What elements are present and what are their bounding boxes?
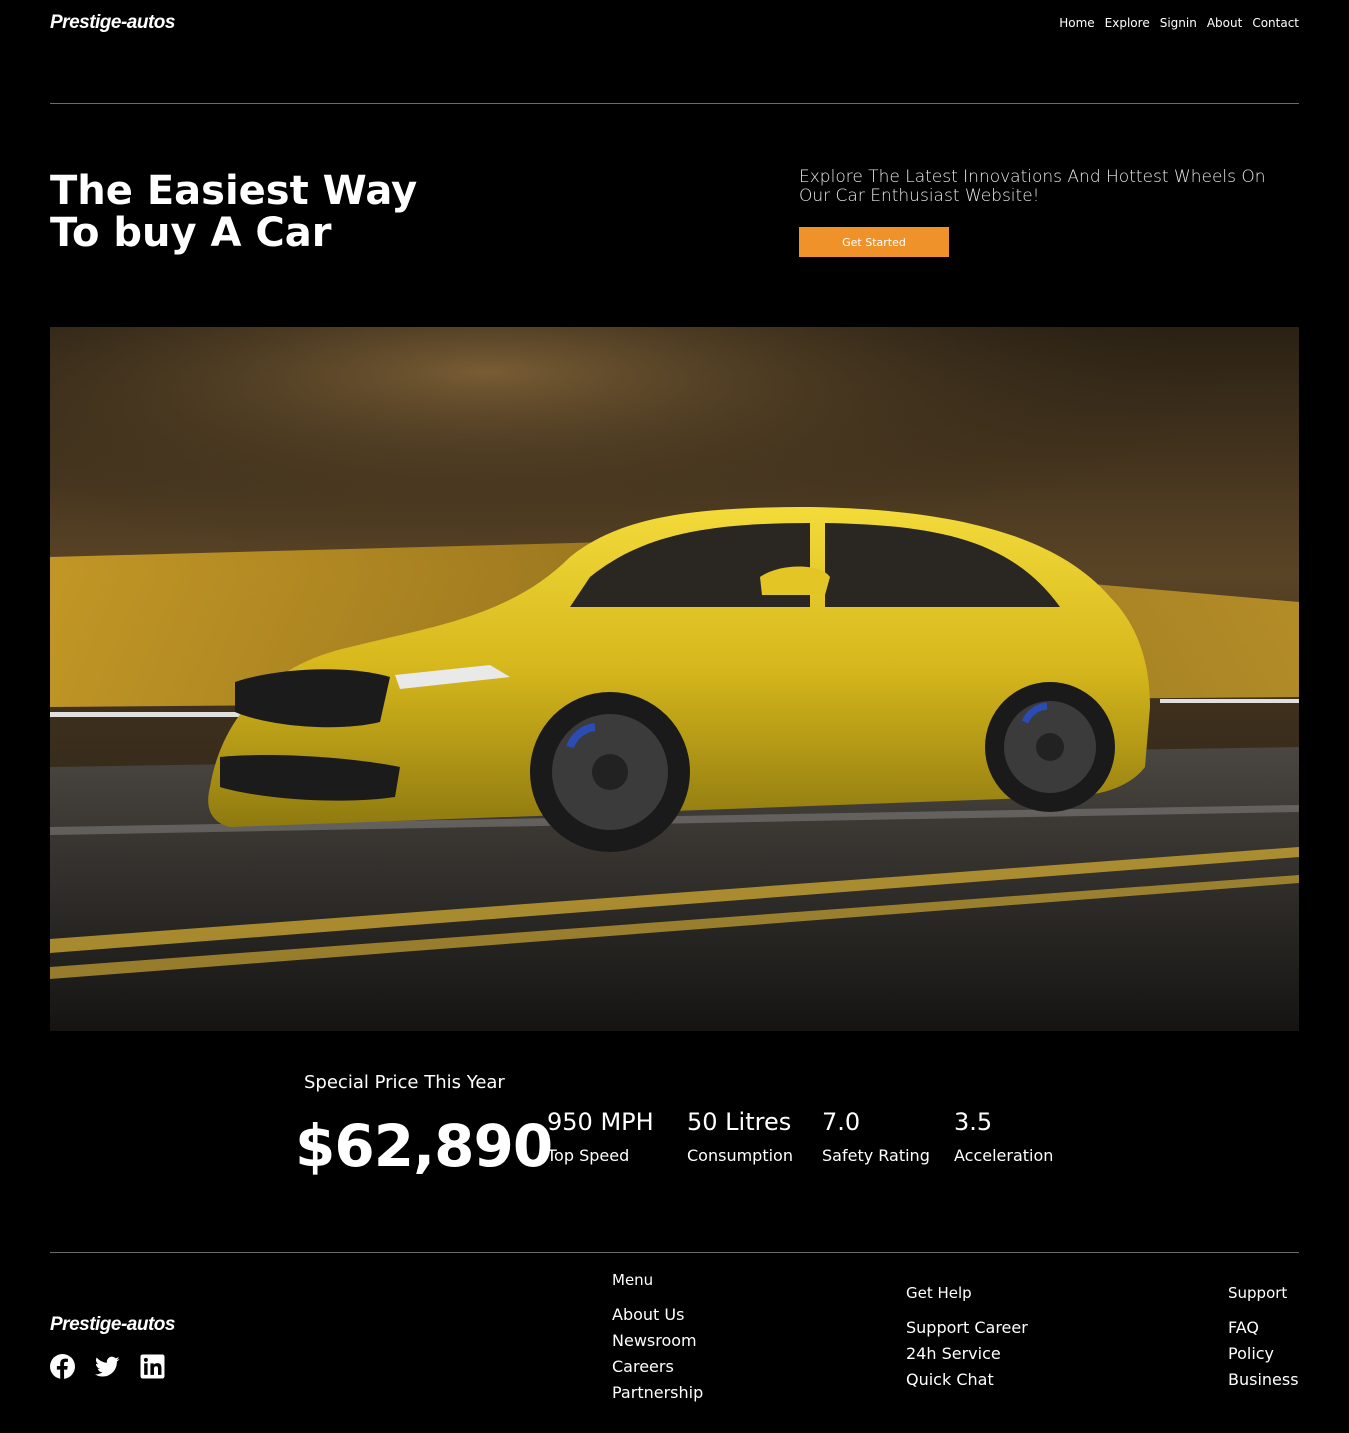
price-value: $62,890 [295, 1112, 553, 1180]
stat-value: 7.0 [822, 1108, 861, 1136]
footer-link-about-us[interactable]: About Us [612, 1302, 703, 1328]
nav-about[interactable]: About [1207, 16, 1242, 30]
footer-support-heading: Support [1228, 1284, 1288, 1302]
footer-link-newsroom[interactable]: Newsroom [612, 1328, 703, 1354]
twitter-icon[interactable] [95, 1354, 120, 1379]
footer-link-faq[interactable]: FAQ [1228, 1315, 1299, 1341]
price-caption: Special Price This Year [304, 1072, 505, 1093]
linkedin-icon[interactable] [140, 1354, 165, 1379]
top-nav: Home Explore Signin About Contact [1059, 16, 1299, 30]
nav-signin[interactable]: Signin [1160, 16, 1197, 30]
footer-link-support-career[interactable]: Support Career [906, 1315, 1028, 1341]
footer-link-quick-chat[interactable]: Quick Chat [906, 1367, 1028, 1393]
footer-menu-column: Menu About Us Newsroom Careers Partnersh… [612, 1271, 703, 1406]
nav-home[interactable]: Home [1059, 16, 1094, 30]
stat-label: Safety Rating [822, 1146, 930, 1165]
hero-title: The Easiest Way To buy A Car [50, 170, 550, 254]
page: Prestige-autos Home Explore Signin About… [0, 0, 1349, 1433]
nav-contact[interactable]: Contact [1252, 16, 1299, 30]
footer-link-policy[interactable]: Policy [1228, 1341, 1299, 1367]
car-photo [50, 327, 1299, 1031]
hero-subtitle: Explore The Latest Innovations And Hotte… [799, 167, 1266, 206]
footer-link-24h-service[interactable]: 24h Service [906, 1341, 1028, 1367]
stat-label: Consumption [687, 1146, 793, 1165]
stat-safety-rating: 7.0 Safety Rating [822, 1108, 930, 1165]
stat-value: 3.5 [954, 1108, 993, 1136]
footer-help-heading: Get Help [906, 1284, 972, 1302]
header-divider [50, 103, 1299, 104]
stat-label: Acceleration [954, 1146, 1054, 1165]
footer-link-business[interactable]: Business [1228, 1367, 1299, 1393]
footer-support-column: Support FAQ Policy Business [1228, 1284, 1299, 1393]
footer-link-careers[interactable]: Careers [612, 1354, 703, 1380]
stat-top-speed: 950 MPH Top Speed [547, 1108, 654, 1165]
footer-divider [50, 1252, 1299, 1253]
hero-car-image [50, 327, 1299, 1031]
hero-title-line1: The Easiest Way [50, 168, 418, 214]
facebook-icon[interactable] [50, 1354, 75, 1379]
stat-acceleration: 3.5 Acceleration [954, 1108, 1053, 1165]
stat-value: 50 Litres [687, 1108, 792, 1136]
footer-menu-heading: Menu [612, 1271, 654, 1289]
get-started-button[interactable]: Get Started [799, 227, 949, 257]
footer-logo[interactable]: Prestige-autos [50, 1314, 175, 1336]
nav-explore[interactable]: Explore [1105, 16, 1150, 30]
hero-title-line2: To buy A Car [50, 210, 332, 256]
stat-label: Top Speed [547, 1146, 630, 1165]
site-logo[interactable]: Prestige-autos [50, 12, 175, 34]
stat-value: 950 MPH [547, 1108, 654, 1136]
stat-consumption: 50 Litres Consumption [687, 1108, 793, 1165]
social-links [50, 1354, 165, 1379]
footer-link-partnership[interactable]: Partnership [612, 1380, 703, 1406]
footer-help-column: Get Help Support Career 24h Service Quic… [906, 1284, 1028, 1393]
